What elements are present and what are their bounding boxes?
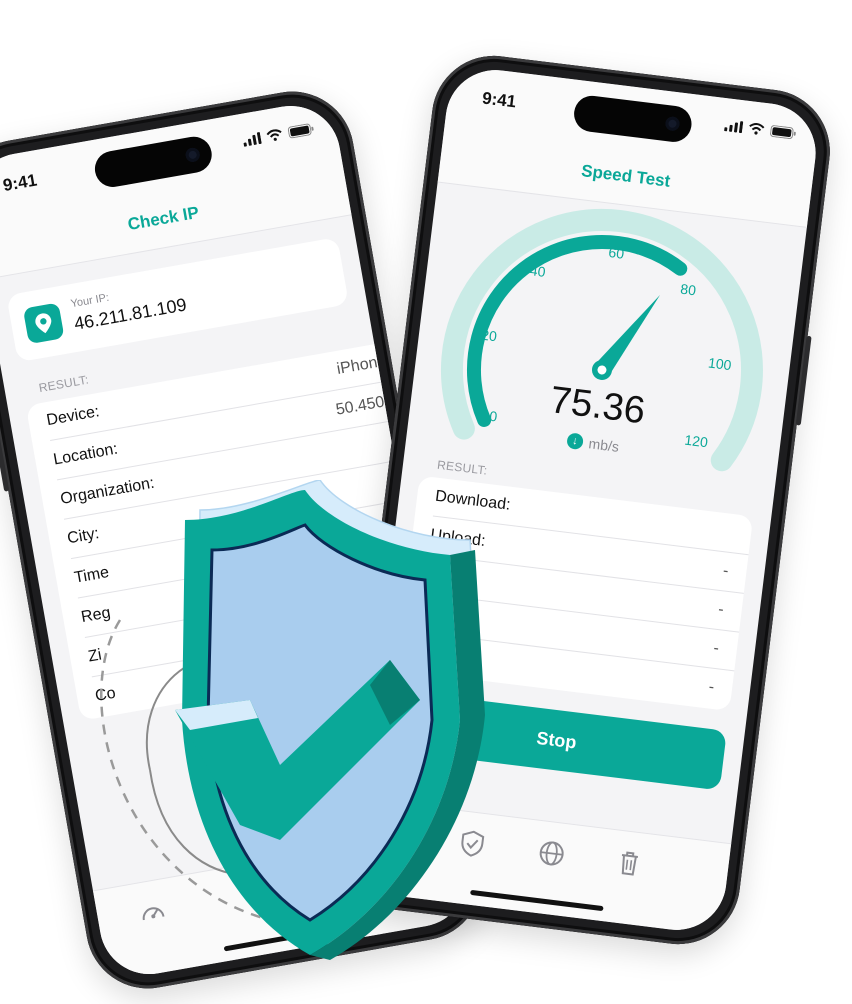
result-label: RESULT:	[37, 372, 90, 396]
gauge-tick-label: 100	[707, 354, 732, 373]
trash-icon[interactable]	[612, 846, 645, 879]
status-time: 9:41	[1, 170, 39, 196]
status-icons	[724, 119, 797, 140]
location-pin-icon	[22, 302, 65, 345]
dynamic-island	[572, 93, 694, 144]
battery-icon	[287, 123, 314, 139]
gauge-tick-label: 80	[680, 281, 698, 299]
shield-checkmark-icon	[100, 480, 485, 960]
signal-icon	[724, 121, 744, 134]
status-time: 9:41	[481, 88, 518, 112]
wifi-icon	[266, 129, 282, 141]
status-icons	[242, 123, 315, 147]
battery-icon	[770, 125, 796, 140]
download-arrow-icon: ↓	[565, 432, 584, 451]
your-ip-label: Your IP:	[69, 291, 110, 311]
gauge-tick-label: 20	[480, 327, 498, 345]
dynamic-island	[92, 133, 215, 190]
gauge-tick-label: 40	[529, 262, 547, 280]
signal-icon	[243, 132, 262, 147]
gauge-tick-label: 60	[608, 244, 626, 262]
wifi-icon	[749, 123, 765, 135]
